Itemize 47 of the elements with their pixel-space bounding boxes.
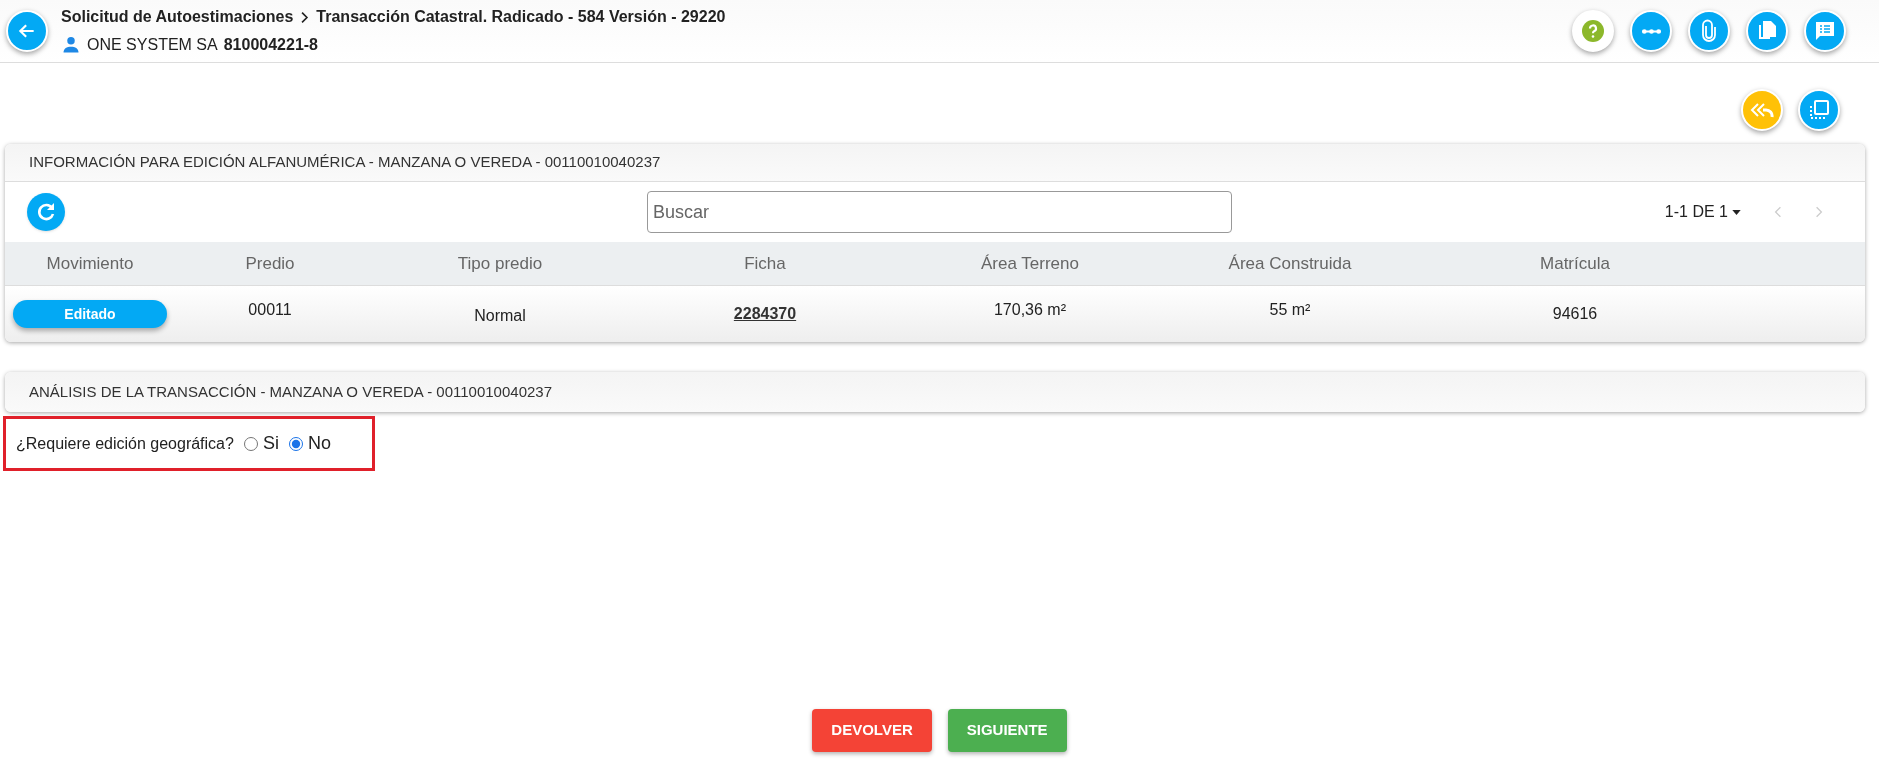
previous-page-icon[interactable] <box>1774 205 1782 219</box>
connected-dots-icon <box>1641 28 1661 34</box>
column-header[interactable]: Tipo predio <box>457 253 543 273</box>
column-header[interactable]: Área Terreno <box>981 253 1079 273</box>
radio-button[interactable] <box>243 436 258 451</box>
table-cell: 94616 <box>1552 305 1598 322</box>
select-button[interactable] <box>1798 89 1840 131</box>
action-button[interactable]: SIGUIENTE <box>947 709 1067 752</box>
table-cell: Normal <box>474 307 526 324</box>
chevron-right-icon <box>300 10 310 24</box>
option-label: No <box>307 432 331 455</box>
return-button[interactable] <box>1741 89 1783 131</box>
radio-button[interactable] <box>288 436 303 451</box>
table-cell: 00011 <box>248 301 292 318</box>
card-title: INFORMACIÓN PARA EDICIÓN ALFANUMÉRICA - MANZANA O VEREDA - 00110010040237 <box>29 152 661 173</box>
table-cell: 55 m² <box>1269 301 1311 318</box>
question-label: ¿Requiere edición geográfica? <box>16 433 234 454</box>
card-title: ANÁLISIS DE LA TRANSACCIÓN - MANZANA O VEREDA - 00110010040237 <box>29 381 552 402</box>
comment-list-icon <box>1813 19 1837 43</box>
help-button[interactable] <box>1572 10 1614 52</box>
attachments-button[interactable] <box>1688 10 1730 52</box>
documents-button[interactable] <box>1746 10 1788 52</box>
refresh-button[interactable] <box>27 193 65 231</box>
breadcrumb-item[interactable]: Solicitud de Autoestimaciones <box>61 5 294 29</box>
ficha-link[interactable]: 2284370 <box>733 305 797 322</box>
select-frame-icon <box>1807 98 1831 122</box>
column-header[interactable]: Matrícula <box>1540 253 1610 273</box>
caret-down-icon <box>1732 209 1741 215</box>
breadcrumb-item[interactable]: Transacción Catastral. Radicado - 584 Versión - 29220 <box>316 5 726 29</box>
next-page-icon[interactable] <box>1815 205 1823 219</box>
table-cell: 170,36 m² <box>993 301 1066 318</box>
comments-button[interactable] <box>1804 10 1846 52</box>
back-button[interactable] <box>6 10 48 52</box>
help-icon <box>1581 19 1605 43</box>
option-label: Si <box>262 432 279 455</box>
search-field[interactable]: Buscar <box>647 191 1232 233</box>
action-button[interactable]: DEVOLVER <box>812 709 932 752</box>
status-pill[interactable]: Editado <box>13 300 167 328</box>
column-header[interactable]: Ficha <box>744 253 786 273</box>
column-header[interactable]: Movimiento <box>46 253 134 273</box>
person-icon <box>61 35 81 55</box>
page-size-dropdown[interactable]: 1-1 DE 1 <box>1664 200 1741 224</box>
column-header[interactable]: Área Construida <box>1228 253 1352 273</box>
flow-button[interactable] <box>1630 10 1672 52</box>
user-name: ONE SYSTEM SA <box>87 35 218 55</box>
column-header[interactable]: Predio <box>245 253 295 273</box>
user-id: 810004221-8 <box>223 35 318 55</box>
